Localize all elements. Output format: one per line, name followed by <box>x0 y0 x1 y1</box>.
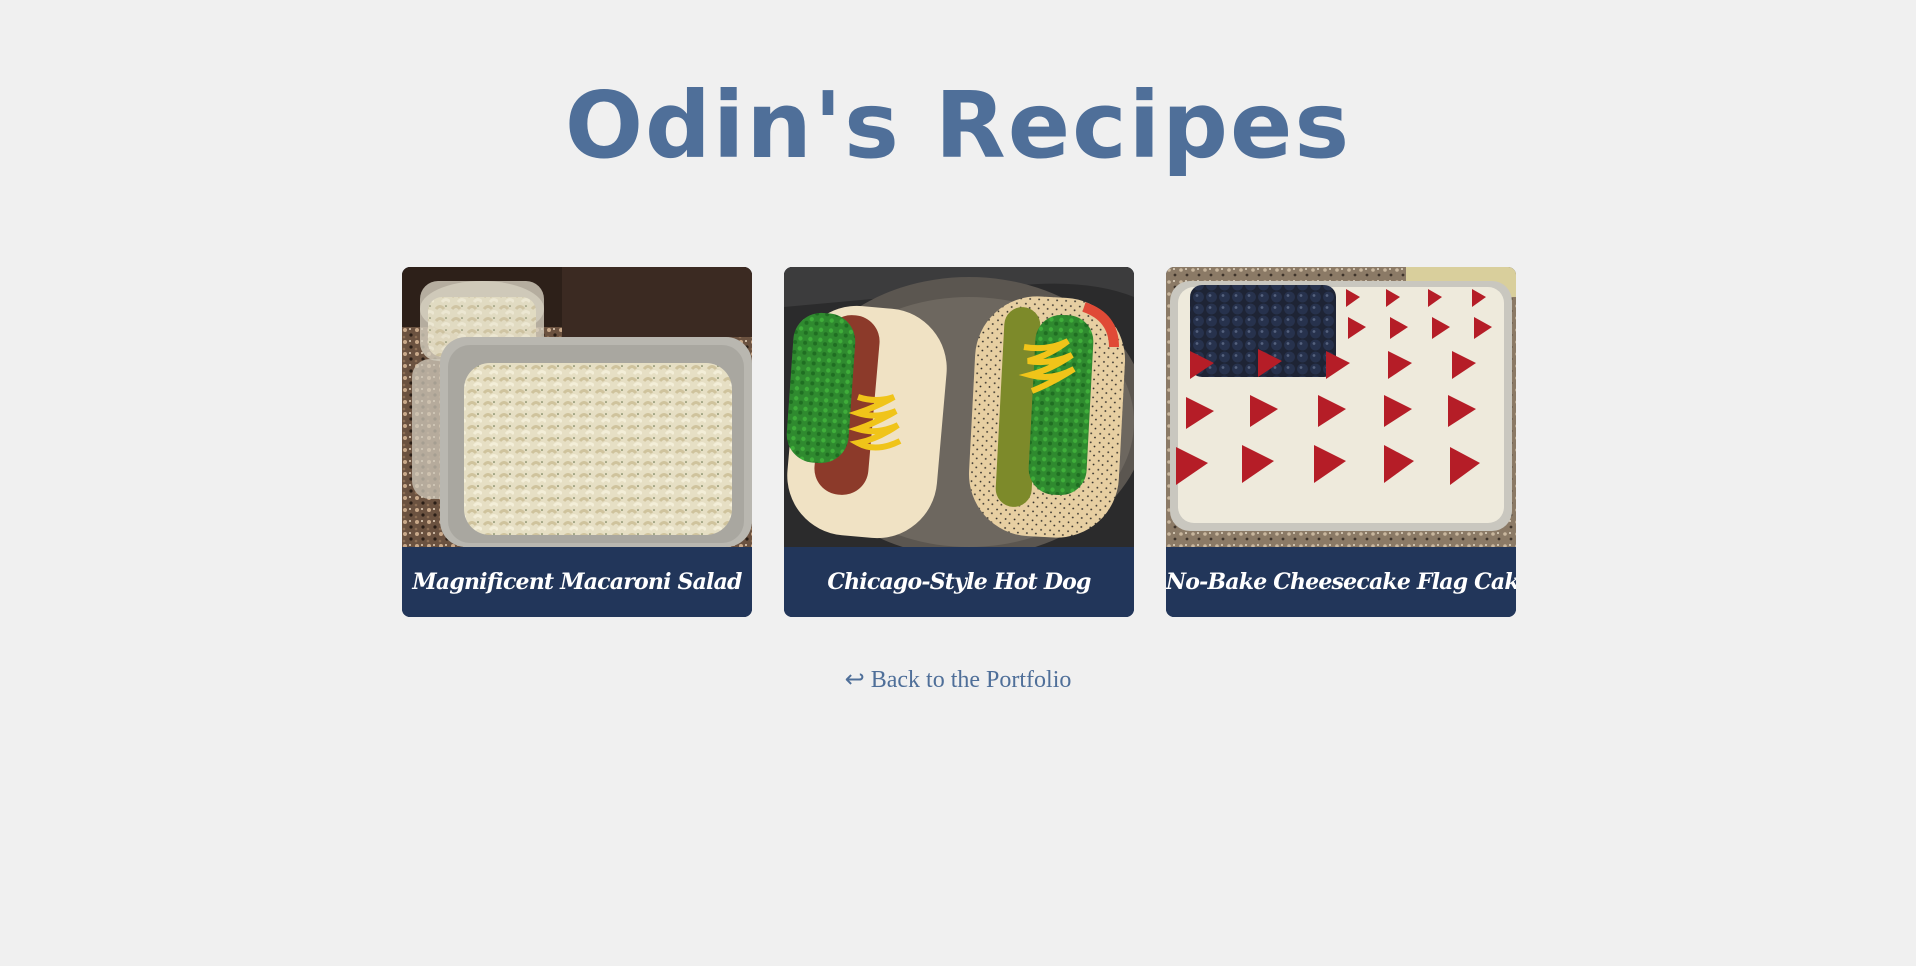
recipe-card-label: No-Bake Cheesecake Flag Cake <box>1166 547 1516 617</box>
recipe-card-label: Magnificent Macaroni Salad <box>402 547 752 617</box>
macaroni-salad-photo <box>402 267 752 547</box>
recipe-card-hot-dog[interactable]: Chicago-Style Hot Dog <box>784 267 1134 617</box>
recipe-card-label: Chicago-Style Hot Dog <box>784 547 1134 617</box>
back-link-label: Back to the Portfolio <box>870 667 1072 693</box>
recipe-card-macaroni-salad[interactable]: Magnificent Macaroni Salad <box>402 267 752 617</box>
hot-dog-photo <box>784 267 1134 547</box>
back-to-portfolio-link[interactable]: ↩ Back to the Portfolio <box>0 662 1916 698</box>
flag-cake-photo <box>1166 267 1516 547</box>
return-arrow-icon: ↩ <box>844 667 865 693</box>
page-title: Odin's Recipes <box>564 72 1352 179</box>
recipe-card-flag-cake[interactable]: No-Bake Cheesecake Flag Cake <box>1166 267 1516 617</box>
recipe-grid: Magnificent Macaroni Salad Chicago-Style… <box>402 267 1516 617</box>
